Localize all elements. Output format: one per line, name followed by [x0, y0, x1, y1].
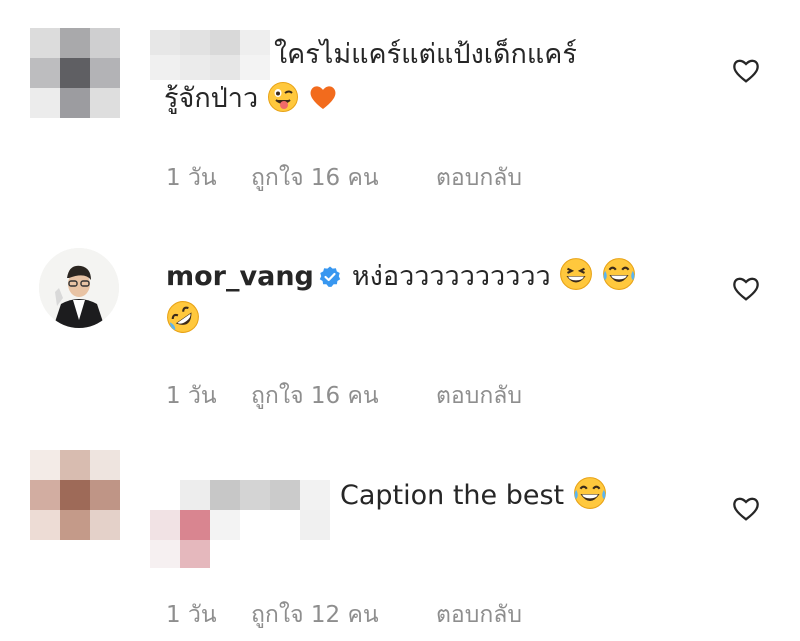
comment-line2	[166, 300, 200, 334]
reply-button[interactable]: ตอบกลับ	[436, 597, 522, 633]
profile-photo	[39, 248, 119, 328]
comment-text: Caption the best	[340, 480, 565, 511]
face-with-tears-of-joy-icon	[602, 258, 635, 290]
heart-like-icon[interactable]	[730, 272, 762, 304]
like-count[interactable]: ถูกใจ 16 คน	[251, 160, 379, 196]
grinning-squinting-face-icon	[560, 258, 593, 290]
avatar-pixelated[interactable]	[30, 450, 120, 540]
like-count[interactable]: ถูกใจ 12 คน	[251, 597, 379, 633]
username-pixelated[interactable]	[150, 480, 330, 568]
comment-text-line2: รู้จักป่าว	[164, 83, 259, 114]
rolling-on-floor-laughing-icon	[167, 301, 199, 333]
reply-button[interactable]: ตอบกลับ	[436, 160, 522, 196]
comment-body: mor_vang หง่อวววววววววว	[166, 257, 636, 296]
comment-time: 1 วัน	[166, 602, 217, 628]
username-link[interactable]: mor_vang	[166, 261, 314, 292]
avatar-pixelated[interactable]	[30, 28, 120, 118]
comment-text: หง่อวววววววววว	[351, 261, 551, 292]
heart-like-icon[interactable]	[730, 492, 762, 524]
heart-like-icon[interactable]	[730, 54, 762, 86]
comment-time: 1 วัน	[166, 383, 217, 409]
comment-text-line1: ใครไม่แคร์แต่แป้งเด็กแคร์	[274, 39, 577, 70]
comment-text-line2-wrap: รู้จักป่าว	[164, 80, 339, 118]
comment-time: 1 วัน	[166, 165, 217, 191]
face-with-tears-of-joy-icon	[573, 477, 606, 509]
like-count[interactable]: ถูกใจ 16 คน	[251, 378, 379, 414]
reply-button[interactable]: ตอบกลับ	[436, 378, 522, 414]
avatar[interactable]	[39, 248, 119, 328]
orange-heart-icon	[310, 86, 336, 109]
comment-body: Caption the best	[340, 476, 607, 515]
username-pixelated[interactable]	[150, 30, 270, 80]
winking-face-with-tongue-icon	[267, 82, 298, 112]
verified-badge-icon	[319, 266, 341, 287]
